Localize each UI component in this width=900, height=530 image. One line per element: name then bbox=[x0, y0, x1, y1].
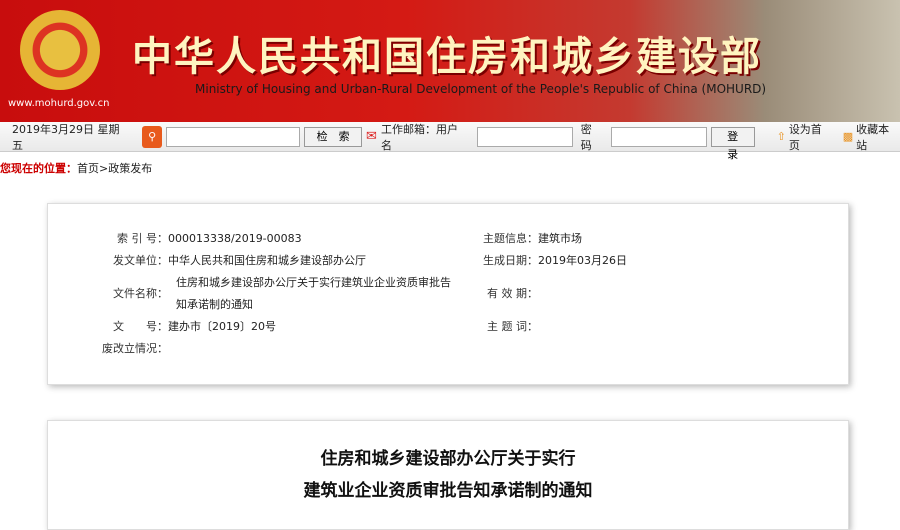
mail-label: 工作邮箱：用户名 bbox=[380, 122, 458, 152]
status-label: 废改立情况： bbox=[102, 342, 168, 355]
docno-value: 建办市〔2019〕20号 bbox=[168, 320, 276, 333]
header-banner: www.mohurd.gov.cn 中华人民共和国住房和城乡建设部 Minist… bbox=[0, 0, 900, 122]
date-label: 生成日期： bbox=[483, 254, 538, 267]
issuer-value: 中华人民共和国住房和城乡建设部办公厅 bbox=[168, 254, 366, 267]
site-url: www.mohurd.gov.cn bbox=[8, 98, 110, 109]
issuer-label: 发文单位： bbox=[113, 254, 168, 267]
bookmark-icon: ▩ bbox=[842, 130, 854, 143]
article: 住房和城乡建设部办公厅关于实行 建筑业企业资质审批告知承诺制的通知 bbox=[47, 420, 849, 530]
breadcrumb-path[interactable]: 首页>政策发布 bbox=[77, 162, 152, 175]
national-emblem-icon bbox=[20, 10, 100, 90]
name-value-line2: 知承诺制的通知 bbox=[176, 298, 253, 311]
site-title: 中华人民共和国住房和城乡建设部 bbox=[132, 34, 762, 80]
article-title: 住房和城乡建设部办公厅关于实行 建筑业企业资质审批告知承诺制的通知 bbox=[48, 443, 848, 507]
site-title-en: Ministry of Housing and Urban-Rural Deve… bbox=[195, 82, 767, 96]
validity-label: 有 效 期： bbox=[487, 287, 538, 300]
search-button[interactable]: 检 索 bbox=[304, 126, 363, 147]
set-home-link[interactable]: 设为首页 bbox=[789, 121, 833, 153]
bookmark-link[interactable]: 收藏本站 bbox=[856, 121, 900, 153]
name-value-line1: 住房和城乡建设部办公厅关于实行建筑业企业资质审批告 bbox=[176, 276, 451, 289]
login-button[interactable]: 登录 bbox=[710, 126, 755, 161]
password-input[interactable] bbox=[610, 126, 707, 147]
index-label: 索 引 号： bbox=[117, 232, 168, 245]
article-title-line1: 住房和城乡建设部办公厅关于实行 bbox=[320, 449, 576, 469]
username-input[interactable] bbox=[476, 126, 573, 147]
current-date: 2019年3月29日 星期五 bbox=[12, 122, 120, 152]
topic-value: 建筑市场 bbox=[538, 232, 582, 245]
mail-icon: ✉ bbox=[366, 129, 377, 144]
search-input[interactable] bbox=[166, 126, 301, 147]
article-title-line2: 建筑业企业资质审批告知承诺制的通知 bbox=[303, 481, 593, 501]
date-value: 2019年03月26日 bbox=[538, 254, 627, 267]
topic-label: 主题信息： bbox=[483, 232, 538, 245]
keywords-label: 主 题 词： bbox=[487, 320, 538, 333]
search-icon[interactable]: ⚲ bbox=[142, 125, 163, 148]
password-label: 密码 bbox=[580, 122, 592, 152]
name-label: 文件名称： bbox=[113, 287, 168, 300]
home-icon: ⇧ bbox=[776, 130, 786, 143]
index-value: 000013338/2019-00083 bbox=[168, 232, 302, 245]
document-metadata: 索 引 号：000013338/2019-00083 主题信息：建筑市场 发文单… bbox=[47, 203, 849, 385]
toolbar: 2019年3月29日 星期五 ⚲ 检 索 ✉ 工作邮箱：用户名 密码 登录 ⇧ … bbox=[0, 121, 900, 161]
breadcrumb-label: 您现在的位置： bbox=[0, 162, 77, 175]
breadcrumb: 您现在的位置：首页>政策发布 bbox=[0, 160, 152, 176]
docno-label: 文 号： bbox=[113, 320, 168, 333]
